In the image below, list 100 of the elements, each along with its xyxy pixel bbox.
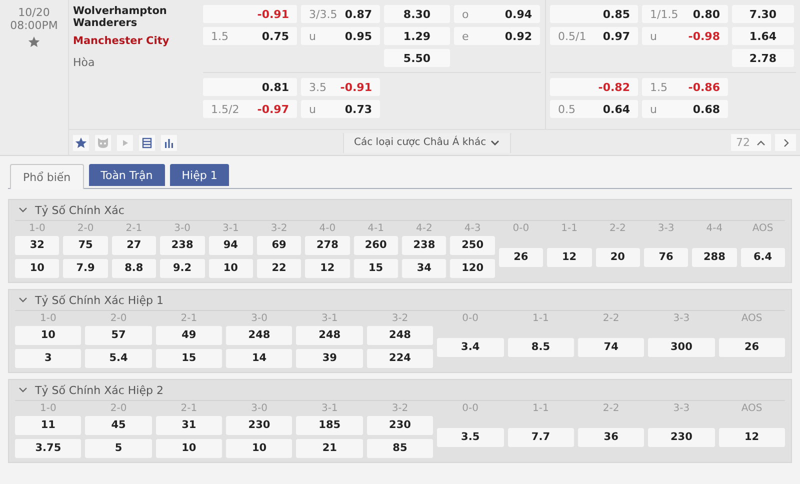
odds-cell[interactable]: 1.29 bbox=[384, 27, 450, 45]
odds-cell[interactable]: 20 bbox=[596, 248, 640, 266]
odds-cell[interactable]: 36 bbox=[578, 428, 644, 446]
odds-cell[interactable]: 22 bbox=[256, 259, 302, 278]
odds-cell[interactable]: 21 bbox=[296, 439, 363, 458]
odds-cell[interactable]: 5 bbox=[85, 439, 152, 458]
odds-cell[interactable]: -0.91 bbox=[203, 5, 297, 23]
odds-cell[interactable]: 75 bbox=[63, 236, 108, 255]
odds-cell[interactable]: 6.4 bbox=[740, 248, 785, 266]
odds-cell[interactable]: 224 bbox=[366, 349, 434, 368]
odds-cell[interactable]: 10 bbox=[15, 259, 60, 278]
odds-cell[interactable]: 12 bbox=[718, 428, 785, 446]
odds-cell[interactable]: 14 bbox=[226, 349, 292, 368]
tab[interactable]: Toàn Trận bbox=[88, 164, 165, 186]
odds-cell[interactable]: 250 bbox=[450, 236, 495, 255]
odds-cell[interactable]: 26 bbox=[498, 248, 544, 266]
odds-value: 0.94 bbox=[504, 8, 532, 20]
odds-cell[interactable]: 3.75 bbox=[15, 439, 82, 458]
odds-cell[interactable]: 45 bbox=[85, 416, 152, 435]
odds-cell[interactable]: 0.81 bbox=[203, 78, 297, 96]
odds-cell[interactable]: 9.2 bbox=[160, 259, 204, 278]
odds-cell[interactable]: 85 bbox=[366, 439, 434, 458]
odds-cell[interactable]: 300 bbox=[648, 338, 715, 356]
odds-cell[interactable]: 288 bbox=[692, 248, 737, 266]
score-label: 2-0 bbox=[109, 312, 128, 326]
odds-cell[interactable]: 3.5 -0.91 bbox=[301, 78, 380, 96]
odds-cell[interactable]: 0.85 bbox=[550, 5, 638, 23]
odds-cell[interactable]: e 0.92 bbox=[454, 27, 540, 45]
odds-cell[interactable]: 57 bbox=[85, 326, 152, 345]
odds-cell[interactable]: 1.64 bbox=[732, 27, 794, 45]
odds-cell[interactable]: 238 bbox=[160, 236, 204, 255]
odds-cell[interactable]: u 0.95 bbox=[301, 27, 380, 45]
tab[interactable]: Hiệp 1 bbox=[170, 164, 230, 186]
odds-cell[interactable]: 3 bbox=[15, 349, 82, 368]
score-label: 1-1 bbox=[560, 222, 578, 236]
odds-cell[interactable]: 185 bbox=[296, 416, 363, 435]
odds-cell[interactable]: 0.5 0.64 bbox=[550, 100, 638, 118]
odds-cell[interactable]: 10 bbox=[15, 326, 82, 345]
odds-cell[interactable]: 278 bbox=[305, 236, 350, 255]
odds-cell[interactable]: 3/3.5 0.87 bbox=[301, 5, 380, 23]
tab[interactable]: Phổ biến bbox=[10, 164, 84, 189]
odds-cell[interactable]: o 0.94 bbox=[454, 5, 540, 23]
odds-cell[interactable]: 34 bbox=[402, 259, 446, 278]
odds-cell[interactable]: 31 bbox=[156, 416, 222, 435]
odds-cell[interactable]: 49 bbox=[156, 326, 222, 345]
score-label: AOS bbox=[740, 312, 764, 326]
odds-cell[interactable]: 3.5 bbox=[437, 428, 504, 446]
favorite-button[interactable] bbox=[73, 134, 89, 150]
odds-cell[interactable]: 7.7 bbox=[508, 428, 574, 446]
odds-cell[interactable]: 11 bbox=[15, 416, 82, 435]
odds-cell[interactable]: 26 bbox=[718, 338, 785, 356]
odds-cell[interactable]: 5.4 bbox=[85, 349, 152, 368]
odds-cell[interactable]: 76 bbox=[644, 248, 688, 266]
odds-cell[interactable]: 12 bbox=[305, 259, 350, 278]
odds-cell[interactable]: 10 bbox=[226, 439, 292, 458]
odds-cell[interactable]: 10 bbox=[156, 439, 222, 458]
more-bets-toggle[interactable]: Các loại cược Châu Á khác bbox=[343, 132, 512, 152]
odds-cell[interactable]: 27 bbox=[112, 236, 156, 255]
odds-cell[interactable]: 3.4 bbox=[437, 338, 504, 356]
odds-cell[interactable]: 15 bbox=[354, 259, 398, 278]
score-label: 3-2 bbox=[270, 222, 288, 236]
odds-cell[interactable]: u -0.98 bbox=[642, 27, 728, 45]
score-label: 0-0 bbox=[461, 312, 480, 326]
odds-cell[interactable]: 238 bbox=[402, 236, 446, 255]
odds-cell[interactable]: 12 bbox=[547, 248, 592, 266]
odds-cell[interactable]: 2.78 bbox=[732, 49, 794, 67]
odds-cell[interactable]: 1/1.5 0.80 bbox=[642, 5, 728, 23]
odds-cell[interactable]: 1.5/2 -0.97 bbox=[203, 100, 297, 118]
odds-cell[interactable]: 74 bbox=[578, 338, 644, 356]
odds-cell[interactable]: 94 bbox=[208, 236, 253, 255]
list-button[interactable] bbox=[139, 134, 155, 150]
odds-cell[interactable]: 248 bbox=[226, 326, 292, 345]
odds-cell[interactable]: 5.50 bbox=[384, 49, 450, 67]
odds-cell[interactable]: -0.82 bbox=[550, 78, 638, 96]
odds-cell[interactable]: 1.5 0.75 bbox=[203, 27, 297, 45]
odds-cell[interactable]: 1.5 -0.86 bbox=[642, 78, 728, 96]
odds-cell[interactable]: 8.30 bbox=[384, 5, 450, 23]
odds-cell[interactable]: 260 bbox=[354, 236, 398, 255]
odds-cell[interactable]: 32 bbox=[15, 236, 60, 255]
stats-button[interactable] bbox=[161, 134, 177, 150]
odds-cell[interactable]: 120 bbox=[450, 259, 495, 278]
odds-cell[interactable]: 0.5/1 0.97 bbox=[550, 27, 638, 45]
score-label: 3-2 bbox=[390, 402, 410, 416]
odds-cell[interactable]: 10 bbox=[208, 259, 253, 278]
odds-cell[interactable]: 230 bbox=[366, 416, 434, 435]
odds-cell[interactable]: 39 bbox=[296, 349, 363, 368]
next-button[interactable] bbox=[775, 134, 796, 151]
score-label: AOS bbox=[740, 402, 764, 416]
odds-cell[interactable]: 230 bbox=[648, 428, 715, 446]
odds-cell[interactable]: 69 bbox=[256, 236, 302, 255]
odds-cell[interactable]: 15 bbox=[156, 349, 222, 368]
odds-cell[interactable]: 8.8 bbox=[112, 259, 156, 278]
odds-cell[interactable]: 7.30 bbox=[732, 5, 794, 23]
odds-cell[interactable]: 248 bbox=[366, 326, 434, 345]
odds-cell[interactable]: 8.5 bbox=[508, 338, 574, 356]
odds-cell[interactable]: 248 bbox=[296, 326, 363, 345]
odds-cell[interactable]: u 0.73 bbox=[301, 100, 380, 118]
odds-cell[interactable]: u 0.68 bbox=[642, 100, 728, 118]
odds-cell[interactable]: 230 bbox=[226, 416, 292, 435]
odds-cell[interactable]: 7.9 bbox=[63, 259, 108, 278]
